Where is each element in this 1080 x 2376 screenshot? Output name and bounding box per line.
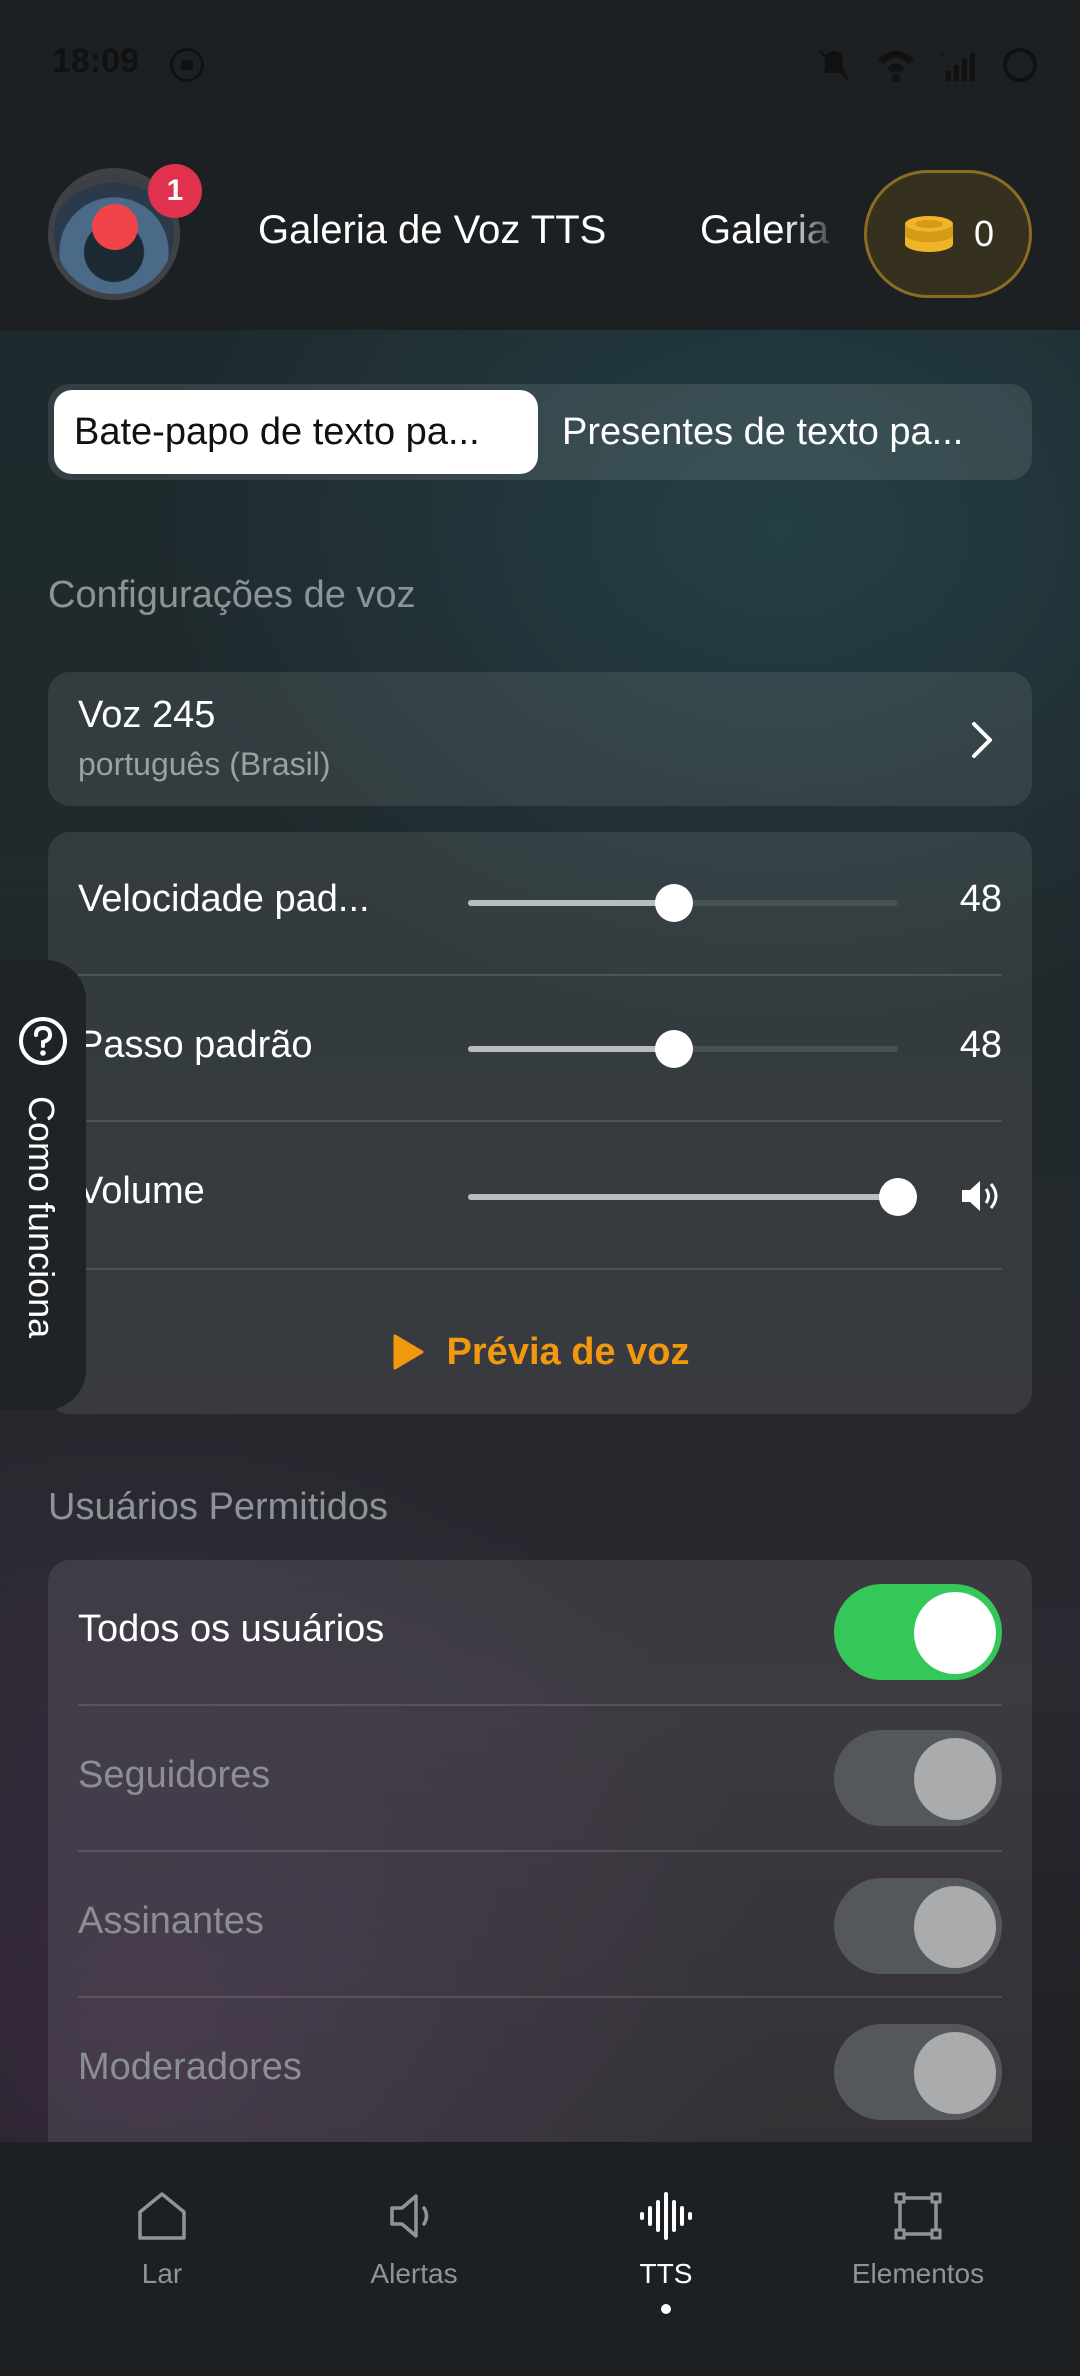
chevron-right-icon	[972, 722, 992, 758]
bottom-navigation: Lar Alertas TTS Elementos	[0, 2142, 1080, 2376]
pitch-value: 48	[959, 1024, 1002, 1066]
waveform-icon	[640, 2192, 692, 2240]
volume-slider-thumb[interactable]	[879, 1178, 917, 1216]
pitch-label: Passo padrão	[78, 1024, 313, 1066]
volume-label: Volume	[78, 1170, 205, 1212]
tab-tts-voice-gallery[interactable]: Galeria de Voz TTS	[258, 208, 606, 253]
voice-settings-title: Configurações de voz	[48, 574, 416, 616]
volume-icon	[962, 1181, 998, 1211]
pitch-slider[interactable]	[468, 1030, 898, 1068]
toggle-followers[interactable]	[834, 1730, 1002, 1826]
elements-icon	[894, 2192, 942, 2240]
nav-alerts-label: Alertas	[370, 2258, 458, 2289]
how-it-works-label: Como funciona	[21, 1096, 62, 1339]
mute-bell-icon	[818, 49, 850, 81]
allowed-users-card: Todos os usuários Seguidores Assinantes …	[48, 1560, 1032, 2160]
speaker-icon	[390, 2194, 429, 2238]
speed-value: 48	[959, 878, 1002, 920]
screen-record-icon	[170, 48, 204, 82]
coin-count: 0	[973, 213, 995, 254]
toggle-all-users[interactable]	[834, 1584, 1002, 1680]
play-icon	[393, 1334, 424, 1370]
volume-slider[interactable]	[468, 1178, 917, 1216]
status-bar: 18:09 x	[0, 0, 1080, 130]
nav-home[interactable]: Lar	[62, 2188, 262, 2338]
active-indicator-dot	[661, 2304, 671, 2314]
toggle-subscribers[interactable]	[834, 1878, 1002, 1974]
coin-stack-icon	[904, 216, 953, 252]
toggle-moderators[interactable]	[834, 2024, 1002, 2120]
user-subscribers-label: Assinantes	[78, 1900, 264, 1942]
how-it-works-tab[interactable]: Como funciona	[0, 960, 86, 1410]
user-followers-label: Seguidores	[78, 1754, 271, 1796]
nav-elements[interactable]: Elementos	[818, 2188, 1018, 2338]
help-icon	[19, 1017, 67, 1065]
no-signal-icon: x	[939, 46, 975, 81]
voice-preview-label: Prévia de voz	[446, 1330, 690, 1373]
nav-alerts[interactable]: Alertas	[314, 2188, 514, 2338]
speed-label: Velocidade pad...	[78, 878, 370, 920]
home-icon	[138, 2192, 186, 2240]
coin-balance-button[interactable]: 0	[864, 170, 1032, 298]
svg-text:x: x	[939, 46, 945, 60]
speed-slider[interactable]	[468, 884, 898, 922]
speed-slider-thumb[interactable]	[655, 884, 694, 922]
segment-text-gifts[interactable]: Presentes de texto pa...	[542, 390, 1026, 474]
top-header: 1 Galeria de Voz TTS Galeria 0	[0, 130, 1080, 330]
tts-mode-segmented: Bate-papo de texto pa... Presentes de te…	[48, 384, 1032, 480]
pitch-slider-thumb[interactable]	[655, 1030, 694, 1068]
allowed-users-title: Usuários Permitidos	[48, 1486, 388, 1528]
voice-name: Voz 245	[78, 694, 216, 736]
status-time: 18:09	[52, 42, 139, 80]
voice-preview-button[interactable]: Prévia de voz	[48, 1312, 1032, 1392]
user-all-label: Todos os usuários	[78, 1608, 385, 1650]
nav-tts[interactable]: TTS	[566, 2188, 766, 2338]
notification-badge: 1	[148, 164, 202, 218]
nav-tts-label: TTS	[639, 2258, 693, 2289]
user-moderators-label: Moderadores	[78, 2046, 302, 2088]
wifi-icon	[878, 51, 914, 82]
segment-text-chat[interactable]: Bate-papo de texto pa...	[54, 390, 538, 474]
voice-language: português (Brasil)	[78, 746, 331, 782]
nav-elements-label: Elementos	[851, 2258, 985, 2289]
battery-ring-icon	[1003, 48, 1037, 82]
nav-home-label: Lar	[141, 2258, 183, 2289]
voice-selector[interactable]: Voz 245 português (Brasil)	[48, 672, 1032, 806]
voice-parameters-card: Velocidade pad... 48 Passo padrão 48 Vol…	[48, 832, 1032, 1414]
tab-gallery[interactable]: Galeria	[700, 208, 840, 253]
profile-avatar-button[interactable]: 1	[48, 164, 202, 300]
